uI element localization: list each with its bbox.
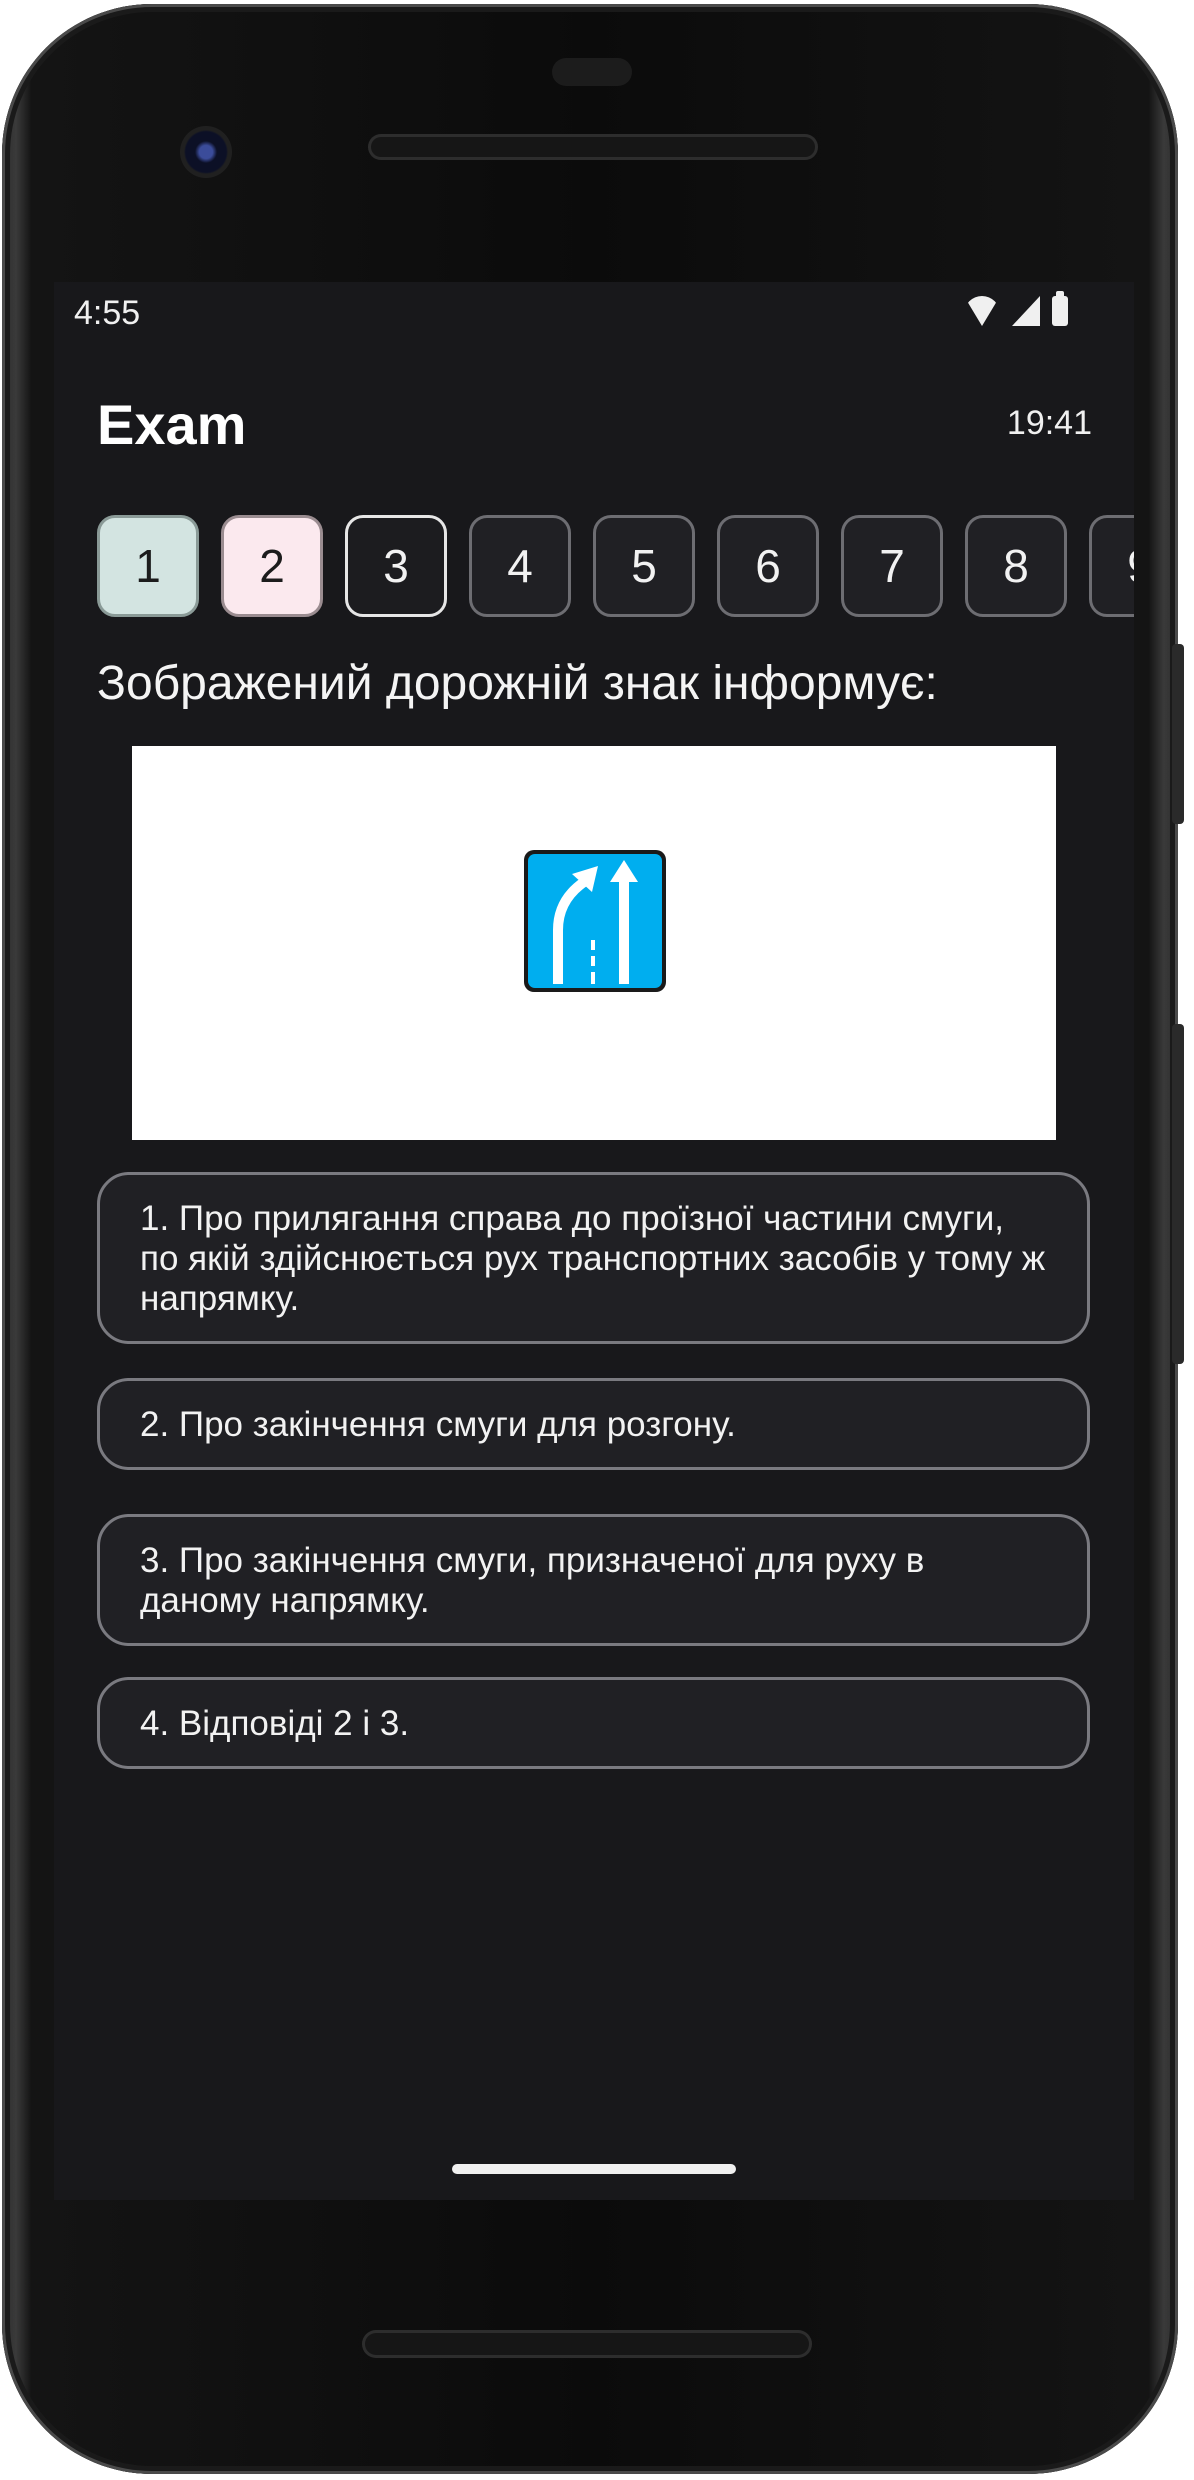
status-icons [964, 291, 1068, 326]
question-nav-button-4[interactable]: 4 [469, 515, 571, 617]
battery-icon [1052, 291, 1068, 326]
volume-button [1172, 1024, 1184, 1364]
page-title: Exam [97, 393, 247, 456]
answer-option-4[interactable]: 4. Відповіді 2 і 3. [97, 1677, 1090, 1769]
question-nav-button-7[interactable]: 7 [841, 515, 943, 617]
question-nav-button-2[interactable]: 2 [221, 515, 323, 617]
home-indicator[interactable] [452, 2164, 736, 2174]
question-nav-button-5[interactable]: 5 [593, 515, 695, 617]
exam-timer: 19:41 [1006, 404, 1092, 442]
question-nav-button-8[interactable]: 8 [965, 515, 1067, 617]
power-button [1172, 644, 1184, 824]
phone-frame: 4:55 Exam 19:41 1 2 3 4 5 6 7 8 9 Зображ… [2, 4, 1184, 2474]
question-text: Зображений дорожній знак інформує: [97, 657, 938, 710]
app-screen: 4:55 Exam 19:41 1 2 3 4 5 6 7 8 9 Зображ… [54, 282, 1134, 2200]
question-image [132, 746, 1056, 1140]
answer-option-1[interactable]: 1. Про прилягання справа до проїзної час… [97, 1172, 1090, 1344]
wifi-icon [964, 296, 1000, 326]
earpiece-speaker [368, 134, 818, 160]
question-nav-button-3[interactable]: 3 [345, 515, 447, 617]
front-camera-icon [180, 126, 232, 178]
question-nav-button-9[interactable]: 9 [1089, 515, 1134, 617]
answer-option-3[interactable]: 3. Про закінчення смуги, призначеної для… [97, 1514, 1090, 1646]
status-bar: 4:55 [54, 282, 1134, 342]
status-time: 4:55 [74, 294, 141, 332]
lane-begins-right-sign-icon [524, 850, 666, 992]
answer-option-2[interactable]: 2. Про закінчення смуги для розгону. [97, 1378, 1090, 1470]
question-nav-button-1[interactable]: 1 [97, 515, 199, 617]
question-nav-button-6[interactable]: 6 [717, 515, 819, 617]
signal-icon [1012, 296, 1040, 326]
question-navigator: 1 2 3 4 5 6 7 8 9 [97, 515, 1134, 617]
top-sensor [552, 58, 632, 86]
bottom-speaker [362, 2330, 812, 2358]
